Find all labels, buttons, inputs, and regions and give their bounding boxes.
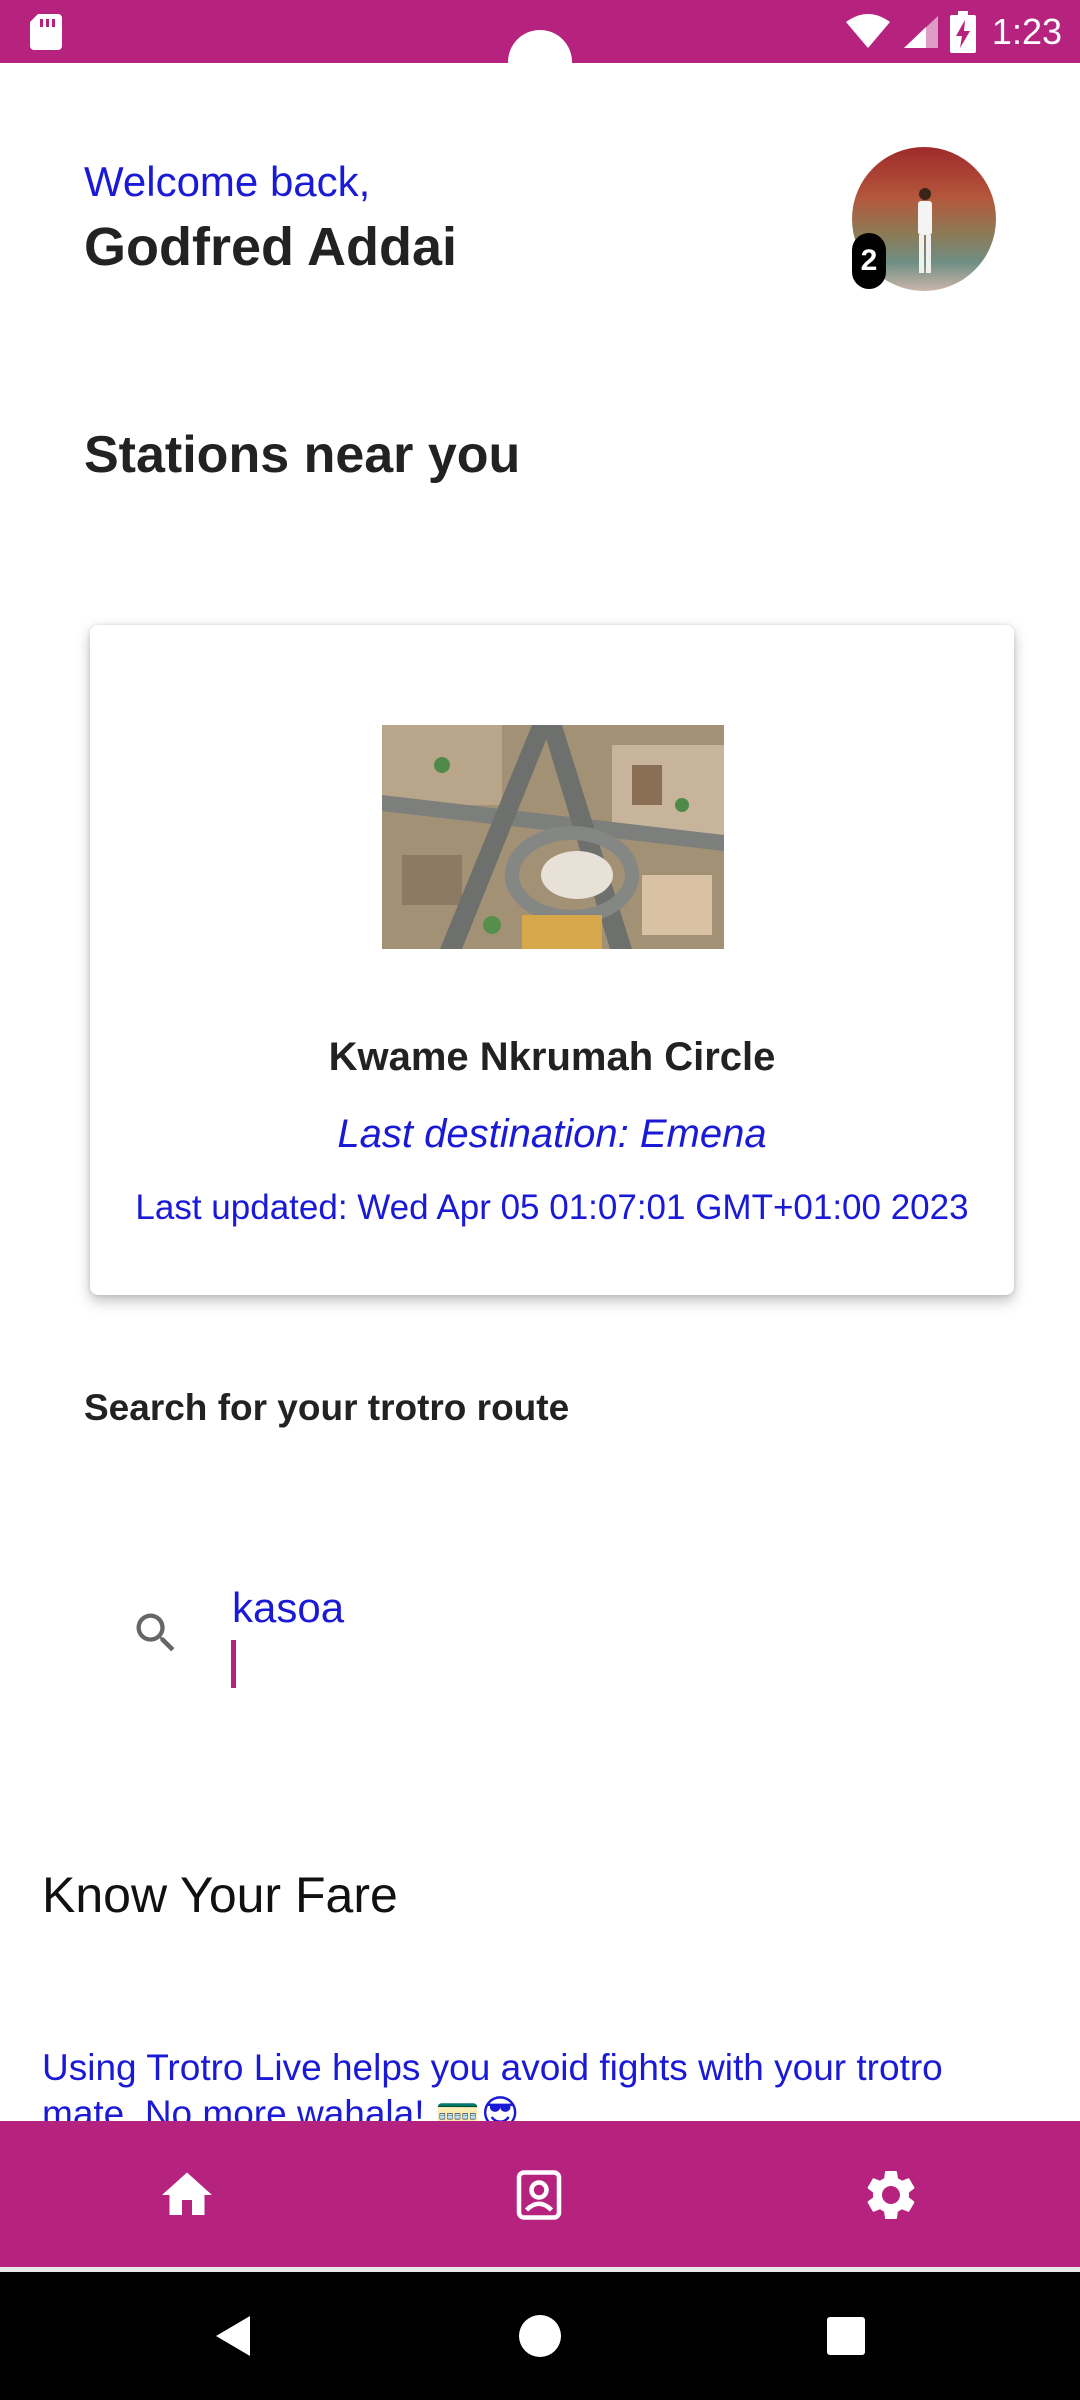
last-updated: Last updated: Wed Apr 05 01:07:01 GMT+01… xyxy=(135,1188,969,1227)
station-card[interactable]: Kwame Nkrumah Circle Last destination: E… xyxy=(90,625,1014,1295)
bottom-navigation xyxy=(0,2121,1080,2267)
recent-apps-icon[interactable] xyxy=(822,2312,870,2360)
station-name: Kwame Nkrumah Circle xyxy=(328,1035,776,1079)
welcome-text: Welcome back, xyxy=(84,158,371,205)
text-cursor xyxy=(231,1640,236,1688)
battery-charging-icon xyxy=(949,11,976,53)
settings-icon[interactable] xyxy=(861,2165,921,2225)
system-navigation-bar xyxy=(0,2272,1080,2400)
station-image xyxy=(382,725,724,949)
search-input[interactable]: kasoa xyxy=(232,1584,344,1632)
fare-description: Using Trotro Live helps you avoid fights… xyxy=(42,2047,943,2123)
home-icon[interactable] xyxy=(157,2165,217,2225)
wifi-icon xyxy=(845,14,890,48)
last-destination: Last destination: Emena xyxy=(337,1112,767,1156)
search-icon[interactable] xyxy=(130,1607,182,1659)
search-label: Search for your trotro route xyxy=(84,1387,570,1428)
status-time: 1:23 xyxy=(991,11,1062,52)
sd-card-icon xyxy=(30,14,62,50)
signal-icon xyxy=(903,16,938,48)
avatar-photo-person xyxy=(918,188,932,273)
notification-badge: 2 xyxy=(852,233,886,289)
user-name: Godfred Addai xyxy=(84,217,457,277)
home-circle-icon[interactable] xyxy=(516,2312,564,2360)
fare-title: Know Your Fare xyxy=(42,1867,398,1923)
back-icon[interactable] xyxy=(210,2312,258,2360)
stations-section-title: Stations near you xyxy=(84,426,521,484)
camera-notch xyxy=(508,30,572,94)
profile-icon[interactable] xyxy=(509,2165,569,2225)
